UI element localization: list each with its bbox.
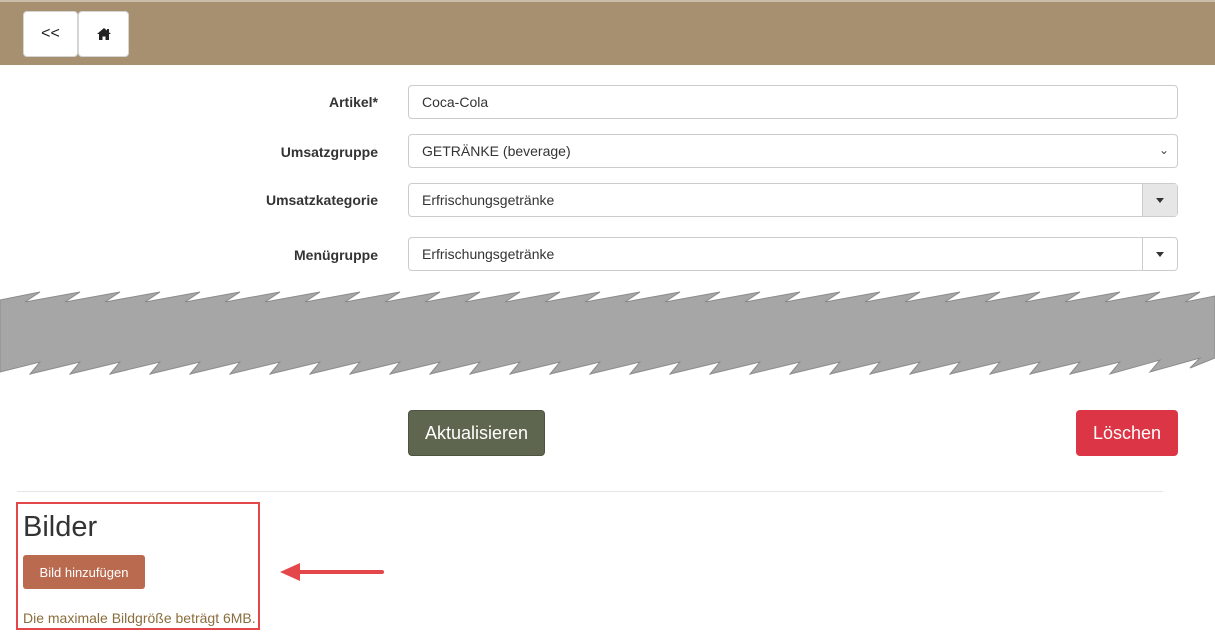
home-icon xyxy=(96,28,111,40)
sales-group-value: GETRÄNKE (beverage) xyxy=(422,143,571,159)
menu-group-select[interactable]: Erfrischungsgetränke xyxy=(408,237,1178,271)
add-image-button[interactable]: Bild hinzufügen xyxy=(23,555,145,589)
image-size-note: Die maximale Bildgröße beträgt 6MB. xyxy=(23,610,256,626)
arrow-left-icon xyxy=(280,563,384,581)
chevron-down-icon: ⌄ xyxy=(1158,143,1169,157)
sales-group-select[interactable]: GETRÄNKE (beverage) ⌄ xyxy=(408,134,1178,168)
torn-edge-divider xyxy=(0,291,1215,375)
article-input[interactable]: Coca-Cola xyxy=(408,85,1178,119)
delete-button[interactable]: Löschen xyxy=(1076,410,1178,456)
sales-group-label: Umsatzgruppe xyxy=(280,144,378,160)
header-bar: << xyxy=(0,0,1215,65)
sales-category-select[interactable]: Erfrischungsgetränke xyxy=(408,183,1178,217)
section-divider xyxy=(17,491,1163,492)
home-button[interactable] xyxy=(78,11,129,57)
menu-group-value: Erfrischungsgetränke xyxy=(422,246,555,262)
sales-category-dropdown-toggle[interactable] xyxy=(1142,184,1177,216)
sales-category-value: Erfrischungsgetränke xyxy=(422,192,555,208)
images-section-title: Bilder xyxy=(23,511,98,543)
menu-group-dropdown-toggle[interactable] xyxy=(1142,238,1177,270)
menu-group-label: Menügruppe xyxy=(294,247,378,263)
caret-down-icon xyxy=(1156,197,1164,203)
caret-down-icon xyxy=(1156,251,1164,257)
article-label: Artikel* xyxy=(328,94,378,110)
article-value: Coca-Cola xyxy=(422,94,489,110)
back-button[interactable]: << xyxy=(23,11,78,57)
update-button[interactable]: Aktualisieren xyxy=(408,410,545,456)
sales-category-label: Umsatzkategorie xyxy=(265,192,378,208)
